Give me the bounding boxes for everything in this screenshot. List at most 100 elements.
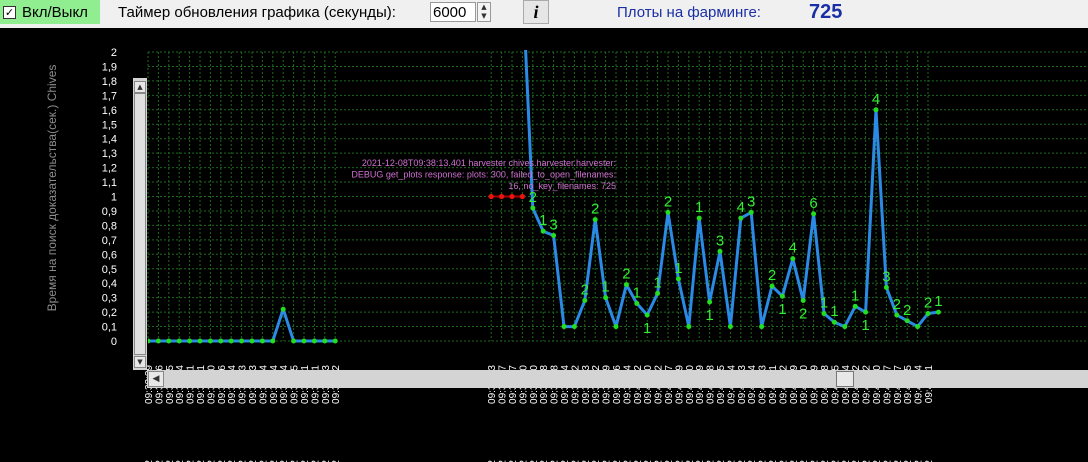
data-point	[769, 283, 775, 289]
y-tick-label: 1,7	[102, 90, 117, 102]
y-tick-label: 0,5	[102, 264, 117, 276]
point-label: 1	[653, 274, 661, 291]
data-point	[187, 338, 193, 344]
point-label: 2	[581, 282, 589, 299]
point-label: 4	[872, 91, 880, 108]
point-label: 1	[851, 287, 859, 304]
data-point	[904, 318, 910, 324]
point-label: 1	[830, 303, 838, 320]
data-point	[228, 338, 234, 344]
data-point	[655, 290, 661, 296]
data-point	[155, 338, 161, 344]
point-label: 3	[747, 193, 755, 210]
annotation-line: DEBUG get_plots response: plots: 300, fa…	[351, 170, 616, 180]
data-point	[873, 107, 879, 113]
toggle-checkbox[interactable]: ✓	[3, 5, 16, 19]
plots-count: 725	[809, 1, 843, 23]
point-label: 1	[643, 320, 651, 337]
vertical-scroll-thumb[interactable]	[134, 93, 146, 355]
data-point	[582, 298, 588, 304]
grid	[147, 51, 1088, 342]
point-label: 1	[861, 317, 869, 334]
vertical-scrollbar[interactable]: ▲ ▼	[133, 78, 147, 370]
info-button[interactable]: i	[523, 0, 549, 24]
horizontal-scroll-thumb[interactable]	[836, 371, 854, 387]
data-point	[738, 215, 744, 221]
data-point	[644, 312, 650, 318]
y-tick-label: 1,4	[102, 134, 117, 146]
scroll-down-icon[interactable]: ▼	[134, 356, 146, 368]
point-label: 4	[737, 199, 745, 216]
data-point	[551, 233, 557, 239]
y-tick-label: 1,2	[102, 163, 117, 175]
data-point	[811, 211, 817, 217]
point-label: 1	[934, 293, 942, 310]
point-label: 1	[778, 301, 786, 318]
data-point	[759, 324, 765, 330]
scroll-left-icon[interactable]: ◀	[148, 371, 164, 387]
annotation-text: 2021-12-08T09:38:13.401 harvester chives…	[351, 158, 616, 191]
point-label: 2	[799, 306, 807, 323]
data-point	[280, 306, 286, 312]
timer-spinner[interactable]: ▲ ▼	[477, 2, 491, 22]
point-label: 2	[768, 267, 776, 284]
data-point	[863, 309, 869, 315]
data-point	[311, 338, 317, 344]
data-point	[935, 309, 941, 315]
point-label: 2	[591, 201, 599, 218]
point-label: 6	[809, 195, 817, 212]
point-label: 1	[539, 212, 547, 229]
data-point	[831, 319, 837, 325]
error-point	[488, 193, 494, 200]
data-point	[166, 338, 172, 344]
data-point	[852, 303, 858, 309]
point-label: 1	[820, 295, 828, 312]
data-point	[675, 276, 681, 282]
y-tick-label: 0	[111, 336, 117, 348]
spin-up-icon[interactable]: ▲	[478, 3, 490, 12]
y-tick-label: 1,1	[102, 177, 117, 189]
data-point	[696, 215, 702, 221]
y-tick-label: 0,7	[102, 235, 117, 247]
y-axis-label: Время на поиск доказательства(сек.) Chiv…	[45, 65, 59, 312]
data-point	[218, 338, 224, 344]
point-label: 1	[633, 284, 641, 301]
y-tick-label: 2	[111, 47, 117, 59]
point-label: 2	[893, 296, 901, 313]
plots-label: Плоты на фарминге:	[617, 4, 761, 21]
data-point	[779, 293, 785, 299]
data-point	[291, 338, 297, 344]
data-point	[259, 338, 265, 344]
y-tick-label: 0,9	[102, 206, 117, 218]
data-point	[717, 248, 723, 254]
data-point	[197, 338, 203, 344]
horizontal-scrollbar[interactable]: ◀	[147, 370, 1088, 388]
y-tick-label: 1,5	[102, 119, 117, 131]
scroll-up-icon[interactable]: ▲	[134, 81, 146, 93]
data-point	[925, 311, 931, 317]
timer-input[interactable]	[430, 2, 476, 22]
chart: 0 0,1 0,2 0,3 0,4 0,5 0,6 0,7 0,8 0,9 1 1,1 1,2 1,3 1,…	[45, 47, 1088, 462]
y-tick-label: 0,6	[102, 249, 117, 261]
point-label: 2	[924, 295, 932, 312]
point-label: 3	[549, 217, 557, 234]
chart-area: 0 0,1 0,2 0,3 0,4 0,5 0,6 0,7 0,8 0,9 1 1,1 1,2 1,3 1,…	[0, 28, 1088, 462]
data-point	[561, 324, 567, 330]
y-tick-label: 0,8	[102, 220, 117, 232]
point-label: 1	[705, 307, 713, 324]
data-point	[176, 338, 182, 344]
data-point	[332, 338, 338, 344]
toggle-on-off[interactable]: ✓ Вкл/Выкл	[0, 0, 100, 24]
data-point	[800, 298, 806, 304]
y-tick-label: 1	[111, 192, 117, 204]
point-label: 2	[529, 189, 537, 206]
y-tick-label: 0,3	[102, 293, 117, 305]
data-point	[530, 205, 536, 211]
spin-down-icon[interactable]: ▼	[478, 12, 490, 21]
data-point	[842, 324, 848, 330]
y-tick-label: 0,4	[102, 278, 117, 290]
data-point	[571, 324, 577, 330]
data-point	[592, 217, 598, 223]
data-point	[603, 295, 609, 301]
data-point	[686, 324, 692, 330]
